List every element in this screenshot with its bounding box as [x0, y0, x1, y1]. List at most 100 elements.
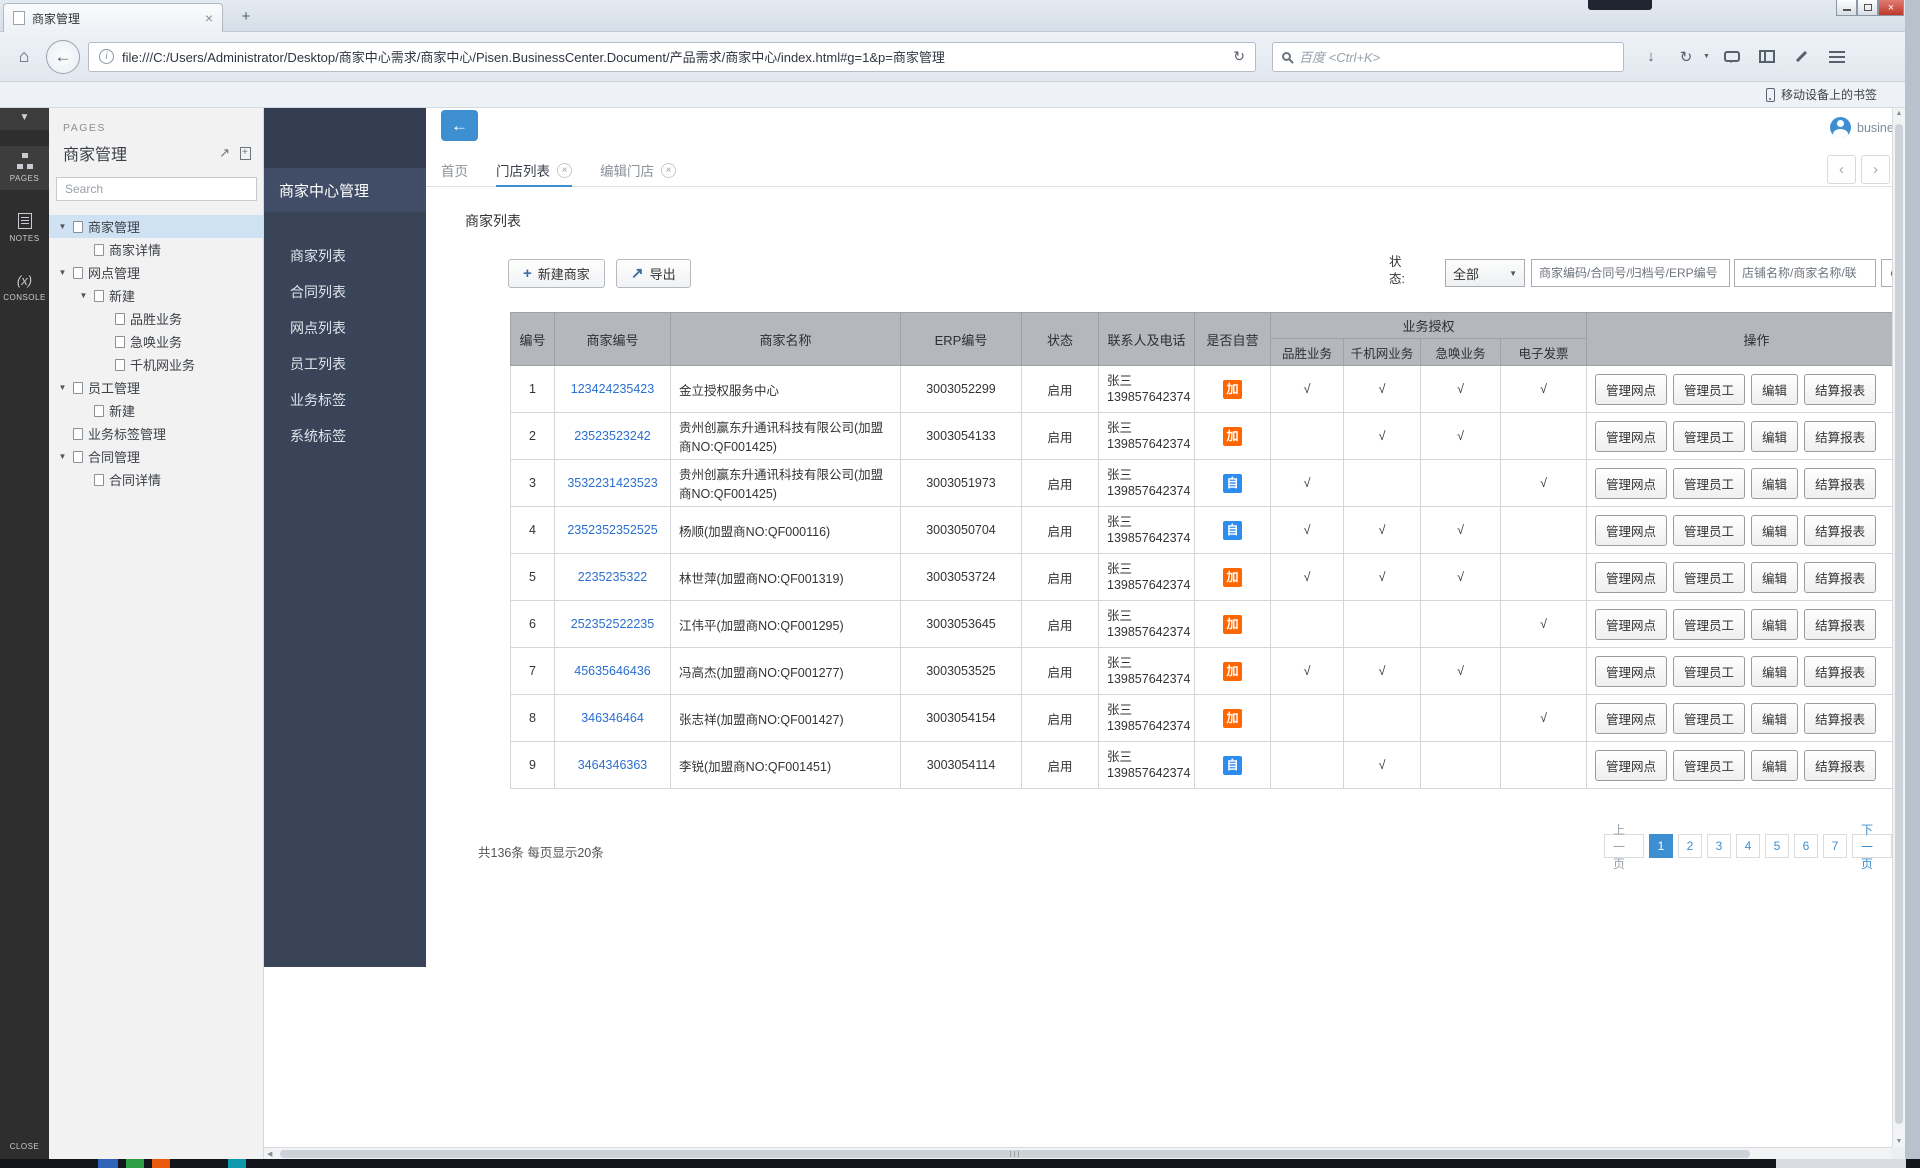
sidebar-item[interactable]: 网点列表 — [264, 310, 426, 346]
tree-item[interactable]: 业务标签管理 — [49, 422, 263, 445]
next-page-button[interactable]: 下一页 — [1852, 834, 1892, 858]
merchant-code-filter-input[interactable] — [1531, 259, 1730, 287]
action-button[interactable]: 管理员工 — [1673, 750, 1745, 781]
action-button[interactable]: 编辑 — [1751, 562, 1798, 593]
action-button[interactable]: 编辑 — [1751, 374, 1798, 405]
caret-down-icon[interactable]: ▼ — [57, 268, 68, 277]
rail-item-pages[interactable]: PAGES — [0, 146, 49, 190]
action-button[interactable]: 管理网点 — [1595, 468, 1667, 499]
merchant-id-link[interactable]: 346346464 — [555, 695, 671, 742]
tree-item[interactable]: 商家详情 — [49, 238, 263, 261]
new-merchant-button[interactable]: + 新建商家 — [508, 259, 605, 288]
page-number[interactable]: 1 — [1649, 834, 1673, 858]
merchant-id-link[interactable]: 23523523242 — [555, 413, 671, 460]
action-button[interactable]: 结算报表 — [1804, 703, 1876, 734]
sidebar-item[interactable]: 员工列表 — [264, 346, 426, 382]
vertical-scrollbar-thumb[interactable] — [1895, 124, 1903, 1124]
action-button[interactable]: 结算报表 — [1804, 609, 1876, 640]
status-select[interactable]: 全部 ▼ — [1445, 259, 1525, 287]
browser-tab[interactable]: 商家管理 × — [3, 3, 223, 32]
action-button[interactable]: 结算报表 — [1804, 421, 1876, 452]
action-button[interactable]: 编辑 — [1751, 515, 1798, 546]
merchant-id-link[interactable]: 123424235423 — [555, 366, 671, 413]
horizontal-scrollbar-thumb[interactable] — [280, 1150, 1750, 1158]
action-button[interactable]: 结算报表 — [1804, 468, 1876, 499]
menu-icon[interactable] — [1824, 44, 1850, 70]
filter-search-button[interactable] — [1881, 259, 1892, 287]
action-button[interactable]: 编辑 — [1751, 468, 1798, 499]
export-button[interactable]: ↗ 导出 — [616, 259, 691, 288]
page-number[interactable]: 3 — [1707, 834, 1731, 858]
sidebar-item[interactable]: 商家列表 — [264, 238, 426, 274]
action-button[interactable]: 管理员工 — [1673, 515, 1745, 546]
page-tab[interactable]: 门店列表× — [496, 154, 572, 187]
taskbar-app-icon[interactable] — [152, 1159, 170, 1168]
mobile-bookmarks-label[interactable]: 移动设备上的书签 — [1781, 86, 1877, 103]
reload-icon[interactable]: ↻ — [1233, 48, 1245, 65]
close-icon[interactable]: × — [661, 163, 676, 178]
merchant-id-link[interactable]: 45635646436 — [555, 648, 671, 695]
tabs-scroll-right-button[interactable]: › — [1861, 155, 1890, 184]
tree-item[interactable]: ▼新建 — [49, 284, 263, 307]
action-button[interactable]: 结算报表 — [1804, 374, 1876, 405]
sidebar-item[interactable]: 业务标签 — [264, 382, 426, 418]
page-number[interactable]: 7 — [1823, 834, 1847, 858]
close-icon[interactable]: × — [557, 163, 572, 178]
taskbar-app-icon[interactable] — [228, 1159, 246, 1168]
merchant-id-link[interactable]: 2352352352525 — [555, 507, 671, 554]
tree-item[interactable]: ▼员工管理 — [49, 376, 263, 399]
merchant-id-link[interactable]: 252352522235 — [555, 601, 671, 648]
action-button[interactable]: 管理员工 — [1673, 562, 1745, 593]
tabs-scroll-left-button[interactable]: ‹ — [1827, 155, 1856, 184]
action-button[interactable]: 管理网点 — [1595, 750, 1667, 781]
page-number[interactable]: 5 — [1765, 834, 1789, 858]
action-button[interactable]: 管理员工 — [1673, 656, 1745, 687]
page-tab[interactable]: 编辑门店× — [600, 154, 676, 187]
browser-search-bar[interactable]: 百度 <Ctrl+K> — [1272, 42, 1624, 72]
page-number[interactable]: 6 — [1794, 834, 1818, 858]
home-icon[interactable]: ⌂ — [10, 46, 38, 67]
scroll-left-icon[interactable]: ◀ — [267, 1150, 272, 1158]
page-number[interactable]: 4 — [1736, 834, 1760, 858]
horizontal-scrollbar[interactable]: ◀ — [264, 1147, 1892, 1159]
downloads-icon[interactable]: ↓ — [1638, 44, 1664, 70]
page-tab[interactable]: 首页 — [441, 154, 468, 187]
sidebar-item[interactable]: 合同列表 — [264, 274, 426, 310]
action-button[interactable]: 编辑 — [1751, 609, 1798, 640]
action-button[interactable]: 结算报表 — [1804, 750, 1876, 781]
add-page-icon[interactable] — [240, 147, 251, 160]
action-button[interactable]: 结算报表 — [1804, 515, 1876, 546]
tree-item[interactable]: 品胜业务 — [49, 307, 263, 330]
tab-close-icon[interactable]: × — [205, 11, 213, 25]
taskbar-app-icon[interactable] — [98, 1159, 118, 1168]
rail-item-console[interactable]: (x) CONSOLE — [0, 266, 49, 309]
action-button[interactable]: 管理员工 — [1673, 421, 1745, 452]
action-button[interactable]: 管理网点 — [1595, 703, 1667, 734]
pages-search-input[interactable] — [56, 177, 257, 201]
action-button[interactable]: 管理网点 — [1595, 515, 1667, 546]
rail-item-notes[interactable]: NOTES — [0, 206, 49, 250]
tree-item[interactable]: 千机网业务 — [49, 353, 263, 376]
url-bar[interactable]: i file:///C:/Users/Administrator/Desktop… — [88, 42, 1256, 72]
action-button[interactable]: 编辑 — [1751, 656, 1798, 687]
action-button[interactable]: 管理员工 — [1673, 703, 1745, 734]
action-button[interactable]: 管理网点 — [1595, 562, 1667, 593]
pen-icon[interactable] — [1789, 44, 1815, 70]
scroll-down-icon[interactable]: ▼ — [1893, 1138, 1905, 1145]
action-button[interactable]: 管理网点 — [1595, 421, 1667, 452]
tree-item[interactable]: 合同详情 — [49, 468, 263, 491]
caret-down-icon[interactable]: ▼ — [57, 452, 68, 461]
tree-item[interactable]: ▼网点管理 — [49, 261, 263, 284]
open-external-icon[interactable]: ↗ — [219, 145, 230, 161]
prev-page-button[interactable]: 上一页 — [1604, 834, 1644, 858]
action-button[interactable]: 结算报表 — [1804, 656, 1876, 687]
store-name-filter-input[interactable] — [1734, 259, 1876, 287]
action-button[interactable]: 编辑 — [1751, 703, 1798, 734]
browser-back-button[interactable]: ← — [46, 40, 80, 74]
scroll-up-icon[interactable]: ▲ — [1893, 110, 1905, 117]
sync-icon[interactable]: ↻ — [1673, 44, 1699, 70]
merchant-id-link[interactable]: 2235235322 — [555, 554, 671, 601]
action-button[interactable]: 管理员工 — [1673, 374, 1745, 405]
close-window-button[interactable]: × — [1878, 0, 1904, 16]
minimize-button[interactable] — [1836, 0, 1857, 16]
